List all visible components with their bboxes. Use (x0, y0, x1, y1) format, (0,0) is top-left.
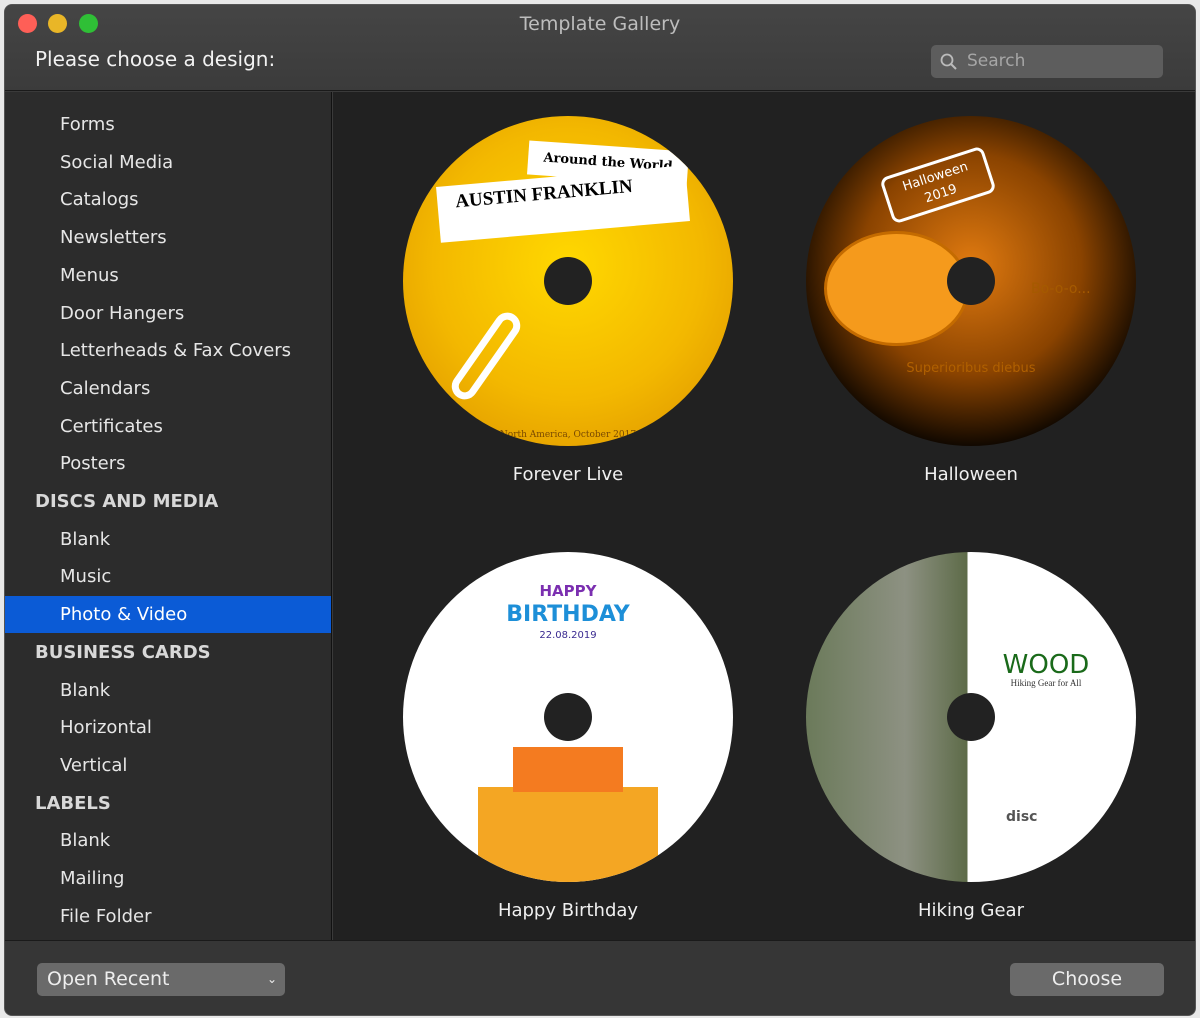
template-hiking-gear[interactable]: WOOD Hiking Gear for All disc Hiking Gea… (801, 552, 1141, 921)
template-name: Halloween (924, 464, 1018, 485)
template-halloween[interactable]: Halloween 2019 Bo-o-o... Superioribus di… (801, 116, 1141, 485)
disc-preview: Around the World AUSTIN FRANKLIN North A… (403, 116, 733, 446)
footer-bar: Open Recent ⌄ Choose (5, 940, 1195, 1015)
disc-preview: HAPPY BIRTHDAY 22.08.2019 (403, 552, 733, 882)
sidebar-item[interactable]: Certificates (5, 408, 331, 445)
choose-button[interactable]: Choose (1010, 963, 1164, 996)
category-sidebar[interactable]: Forms Social Media Catalogs Newsletters Menu… (5, 92, 332, 940)
sidebar-item[interactable]: File Folder (5, 898, 331, 935)
search-icon (940, 53, 957, 70)
disc-preview: WOOD Hiking Gear for All disc (806, 552, 1136, 882)
title-bar: Template Gallery Please choose a design:… (5, 5, 1195, 91)
side-text: Bo-o-o... (1031, 281, 1091, 297)
disc-hole (947, 693, 995, 741)
brand-text: WOOD (1002, 650, 1090, 680)
sidebar-item[interactable]: Catalogs (5, 181, 331, 218)
prompt-label: Please choose a design: (35, 47, 276, 71)
window-title: Template Gallery (519, 13, 681, 35)
template-happy-birthday[interactable]: HAPPY BIRTHDAY 22.08.2019 Happy Birthday (398, 552, 738, 921)
chevron-down-icon: ⌄ (266, 972, 277, 986)
happy-text: HAPPY (539, 582, 597, 600)
cake-top-icon (513, 747, 623, 792)
sidebar-item[interactable]: Menus (5, 257, 331, 294)
sidebar-section-header: LABELS (35, 792, 111, 814)
disc-hole (544, 257, 592, 305)
sidebar-item[interactable]: Calendars (5, 370, 331, 407)
disc-hole (544, 693, 592, 741)
sidebar-item[interactable]: Posters (5, 445, 331, 482)
tagline-text: Hiking Gear for All (1010, 678, 1082, 688)
date-text: 22.08.2019 (539, 630, 597, 641)
body-text: Superioribus diebus (906, 361, 1036, 376)
ring-text: North America, October 2017 (499, 430, 637, 440)
sidebar-item[interactable]: Mailing (5, 860, 331, 897)
template-name: Hiking Gear (918, 900, 1024, 921)
search-placeholder: Search (967, 51, 1026, 71)
open-recent-select[interactable]: Open Recent ⌄ (37, 963, 285, 996)
disc-hole (947, 257, 995, 305)
birthday-text: BIRTHDAY (506, 602, 630, 627)
template-name: Forever Live (512, 464, 624, 485)
open-recent-label: Open Recent (47, 968, 170, 990)
sidebar-item[interactable]: Newsletters (5, 219, 331, 256)
sidebar-item[interactable]: Horizontal (5, 709, 331, 746)
sidebar-item[interactable]: Door Hangers (5, 295, 331, 332)
template-grid: Around the World AUSTIN FRANKLIN North A… (333, 92, 1195, 940)
sidebar-section-header: DISCS AND MEDIA (35, 491, 219, 512)
sidebar-item[interactable]: Letterheads & Fax Covers (5, 332, 331, 369)
disc-logo: disc (1006, 809, 1038, 825)
sidebar-item[interactable]: Social Media (5, 144, 331, 181)
sidebar-item[interactable]: Vertical (5, 747, 331, 784)
template-forever-live[interactable]: Around the World AUSTIN FRANKLIN North A… (398, 116, 738, 485)
halloween-tag: Halloween 2019 (879, 145, 997, 225)
sidebar-section-header: BUSINESS CARDS (35, 641, 211, 663)
title-text: AUSTIN FRANKLIN (436, 165, 690, 243)
sidebar-item[interactable]: Blank (5, 672, 331, 709)
chain-icon (446, 307, 526, 405)
template-name: Happy Birthday (497, 900, 639, 921)
disc-preview: Halloween 2019 Bo-o-o... Superioribus di… (806, 116, 1136, 446)
sidebar-item[interactable]: Music (5, 558, 331, 595)
template-gallery-window: Template Gallery Please choose a design:… (4, 4, 1196, 1016)
sidebar-item[interactable]: Photo & Video (5, 596, 331, 634)
search-input[interactable]: Search (931, 45, 1163, 78)
sidebar-item[interactable]: Blank (5, 822, 331, 859)
sidebar-item[interactable]: Forms (5, 106, 331, 143)
sidebar-item[interactable]: Blank (5, 521, 331, 558)
cake-icon (478, 787, 658, 882)
